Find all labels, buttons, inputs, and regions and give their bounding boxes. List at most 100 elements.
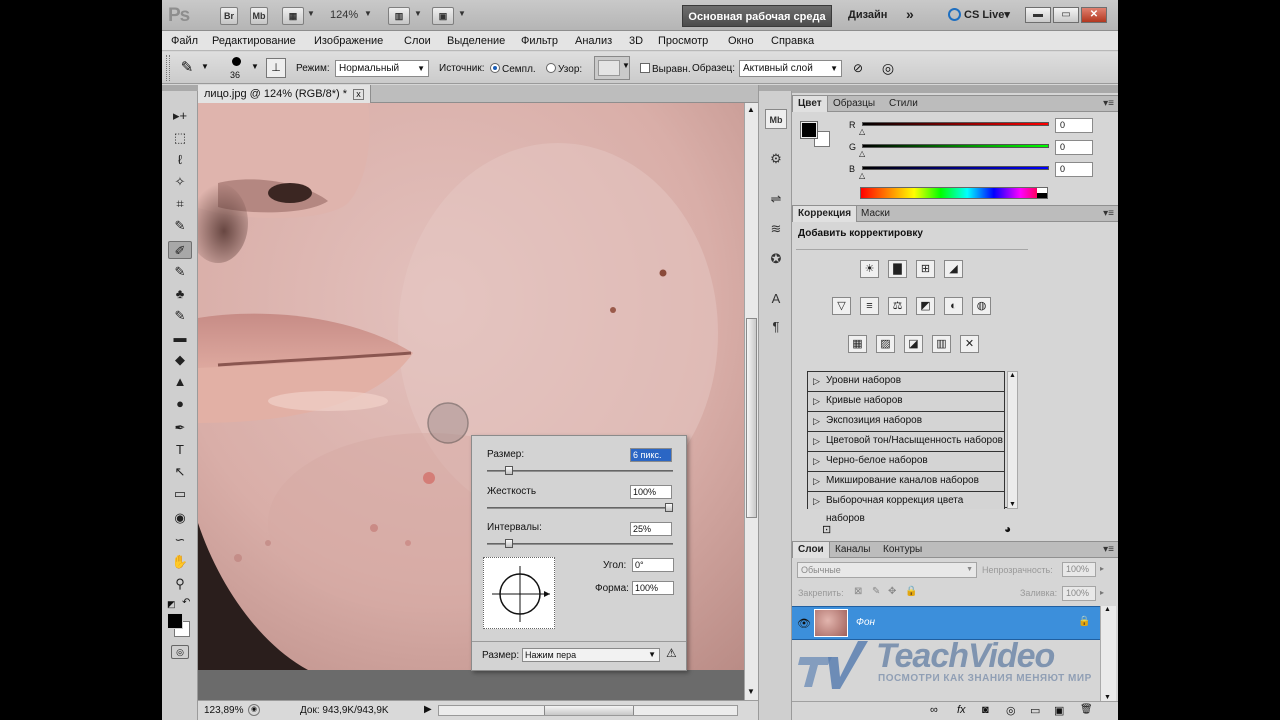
scroll-up-icon[interactable]: ▲: [1009, 372, 1016, 379]
history-brush-tool-icon[interactable]: ✎: [168, 307, 192, 325]
new-group-icon[interactable]: ▭: [1030, 704, 1040, 717]
opacity-input[interactable]: 100%: [1062, 562, 1096, 577]
hand-tool-icon[interactable]: ✋: [168, 553, 192, 571]
spacing-slider[interactable]: [487, 539, 673, 548]
scroll-up-icon[interactable]: ▲: [1104, 606, 1111, 613]
channel-g-slider[interactable]: [862, 144, 1049, 148]
preset-channel-mixer[interactable]: ▷ Микширование каналов наборов: [807, 471, 1005, 491]
hardness-slider[interactable]: [487, 503, 673, 512]
preset-exposure[interactable]: ▷ Экспозиция наборов: [807, 411, 1005, 431]
invert-icon[interactable]: ▦: [848, 335, 867, 353]
grip-handle[interactable]: [166, 55, 170, 81]
paragraph-icon[interactable]: ¶: [765, 317, 787, 337]
roundness-input[interactable]: 100%: [632, 581, 674, 595]
quick-mask-icon[interactable]: ◎: [171, 645, 189, 659]
panel-menu-icon[interactable]: ▾≡: [1103, 544, 1114, 555]
history-icon[interactable]: ⚙: [765, 149, 787, 169]
slider-knob-icon[interactable]: △: [859, 149, 865, 158]
channel-r-slider[interactable]: [862, 122, 1049, 126]
tablet-pressure-icon[interactable]: ◎: [878, 58, 898, 78]
threshold-icon[interactable]: ◪: [904, 335, 923, 353]
workspace-essentials-button[interactable]: Основная рабочая среда: [682, 5, 832, 27]
paint-bucket-tool-icon[interactable]: ◆: [168, 351, 192, 369]
spacing-input[interactable]: 25%: [630, 522, 672, 536]
slider-knob-icon[interactable]: △: [859, 127, 865, 136]
fill-arrow-icon[interactable]: ▸: [1100, 588, 1104, 597]
selective-color-icon[interactable]: ✕: [960, 335, 979, 353]
pattern-picker[interactable]: ▼: [594, 56, 630, 80]
menu-layer[interactable]: Слои: [404, 35, 431, 47]
clone-stamp-tool-icon[interactable]: ♣: [168, 285, 192, 303]
move-tool-icon[interactable]: ▸+: [168, 107, 192, 125]
link-layers-icon[interactable]: ∞: [930, 704, 938, 716]
chevron-down-icon[interactable]: ▼: [307, 9, 315, 18]
spacing-slider-knob[interactable]: [504, 539, 513, 548]
scroll-down-icon[interactable]: ▼: [747, 687, 755, 696]
angle-input[interactable]: 0°: [632, 558, 674, 572]
size-input[interactable]: 6 пикс.: [630, 448, 672, 462]
bridge-button[interactable]: Br: [220, 7, 238, 25]
preset-black-white[interactable]: ▷ Черно-белое наборов: [807, 451, 1005, 471]
vibrance-icon[interactable]: ▽: [832, 297, 851, 315]
scroll-up-icon[interactable]: ▲: [747, 105, 755, 114]
default-colors-icon[interactable]: ◩: [167, 599, 176, 610]
status-zoom[interactable]: 123,89%: [204, 705, 243, 716]
aligned-checkbox[interactable]: Выравн.: [640, 63, 691, 75]
zoom-level[interactable]: 124%: [330, 9, 358, 21]
blur-tool-icon[interactable]: ▲: [168, 373, 192, 391]
panels-header[interactable]: [792, 85, 1118, 93]
menu-select[interactable]: Выделение: [447, 35, 505, 47]
panel-menu-icon[interactable]: ▾≡: [1103, 208, 1114, 219]
marquee-tool-icon[interactable]: ⬚: [168, 129, 192, 147]
exposure-icon[interactable]: ◢: [944, 260, 963, 278]
channel-b-slider[interactable]: [862, 166, 1049, 170]
lock-all-icon[interactable]: 🔒: [905, 586, 917, 597]
sample-select[interactable]: Активный слой ▼: [739, 60, 842, 77]
clone-source-icon[interactable]: ✪: [765, 249, 787, 269]
eye-icon[interactable]: 👁: [797, 617, 811, 630]
menu-edit[interactable]: Редактирование: [212, 35, 296, 47]
status-menu-arrow-icon[interactable]: ▶: [424, 704, 432, 715]
arrange-documents-button[interactable]: ▥: [388, 7, 410, 25]
menu-image[interactable]: Изображение: [314, 35, 383, 47]
panel-menu-icon[interactable]: ▾≡: [1103, 98, 1114, 109]
levels-icon[interactable]: ▇: [888, 260, 907, 278]
horizontal-scrollbar[interactable]: [438, 705, 738, 716]
tab-swatches[interactable]: Образцы: [828, 96, 880, 112]
channel-b-input[interactable]: 0: [1055, 162, 1093, 177]
color-balance-icon[interactable]: ⚖: [888, 297, 907, 315]
ignore-adjustment-layers-icon[interactable]: ⊘: [848, 58, 868, 78]
tab-masks[interactable]: Маски: [856, 206, 895, 222]
brush-tool-icon[interactable]: ✎: [168, 263, 192, 281]
3d-orbit-tool-icon[interactable]: ∽: [168, 531, 192, 549]
new-adjustment-layer-icon[interactable]: ◎: [1006, 704, 1016, 717]
mode-select[interactable]: Нормальный ▼: [335, 60, 429, 77]
actions-icon[interactable]: ⇌: [765, 189, 787, 209]
dodge-tool-icon[interactable]: ●: [168, 395, 192, 413]
status-info-icon[interactable]: ◉: [248, 704, 260, 716]
channel-mixer-icon[interactable]: ◍: [972, 297, 991, 315]
horizontal-scroll-thumb[interactable]: [544, 706, 634, 715]
chevron-down-icon[interactable]: ▼: [251, 62, 259, 71]
quick-selection-tool-icon[interactable]: ✧: [168, 173, 192, 191]
chevron-down-icon[interactable]: ▼: [414, 9, 422, 18]
brush-picker[interactable]: 36: [226, 54, 248, 82]
opacity-arrow-icon[interactable]: ▸: [1100, 564, 1104, 573]
lock-image-icon[interactable]: ✎: [872, 586, 880, 597]
rectangle-tool-icon[interactable]: ▭: [168, 485, 192, 503]
character-icon[interactable]: A: [765, 289, 787, 309]
menu-window[interactable]: Окно: [728, 35, 754, 47]
hue-saturation-icon[interactable]: ≡: [860, 297, 879, 315]
curves-icon[interactable]: ⊞: [916, 260, 935, 278]
mini-bridge-icon[interactable]: Mb: [765, 109, 787, 129]
eyedropper-tool-icon[interactable]: ✎: [168, 217, 192, 235]
black-white-icon[interactable]: ◩: [916, 297, 935, 315]
menu-analysis[interactable]: Анализ: [575, 35, 612, 47]
hardness-slider-knob[interactable]: [665, 503, 673, 512]
channel-r-input[interactable]: 0: [1055, 118, 1093, 133]
sampled-radio[interactable]: Семпл.: [490, 63, 536, 75]
spot-healing-brush-tool-icon[interactable]: ✐: [168, 241, 192, 259]
tab-channels[interactable]: Каналы: [830, 542, 876, 558]
eraser-tool-icon[interactable]: ▬: [168, 329, 192, 347]
3d-rotate-tool-icon[interactable]: ◉: [168, 509, 192, 527]
